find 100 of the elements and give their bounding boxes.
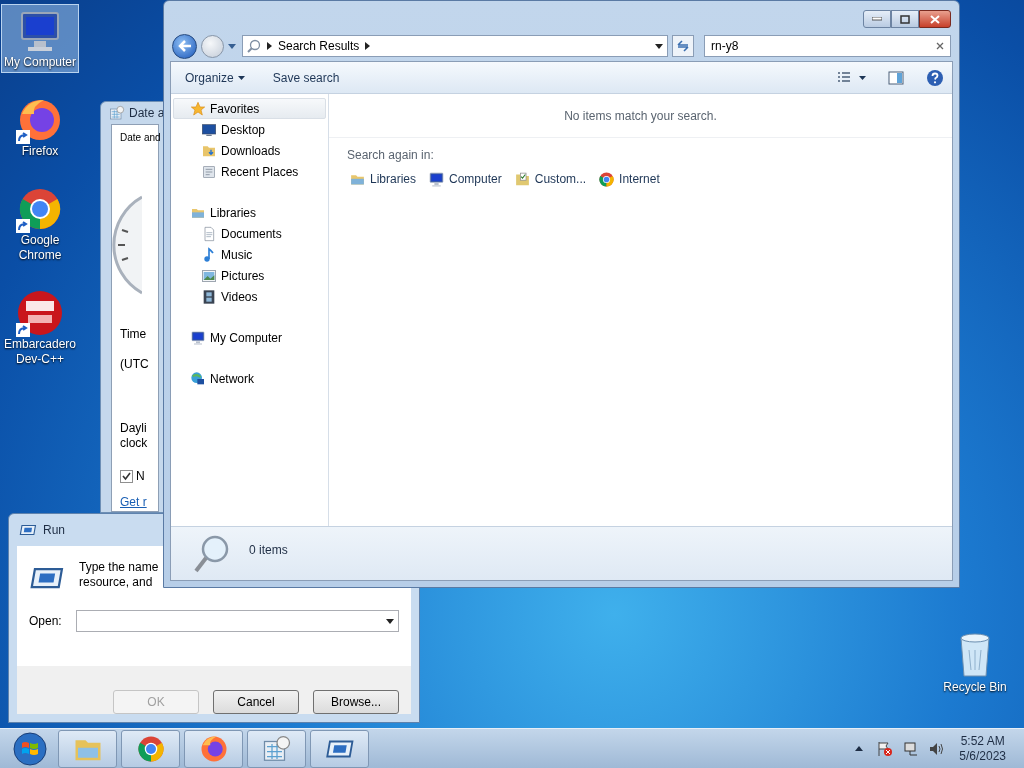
desktop-shortcut[interactable]: Embarcadero Dev-C++ xyxy=(1,286,79,370)
shortcut-label: Embarcadero Dev-C++ xyxy=(2,337,77,367)
monitor-icon xyxy=(428,170,446,188)
shortcut-label: Google Chrome xyxy=(17,233,63,263)
navigation-item[interactable]: Music xyxy=(173,244,326,265)
dialog-button[interactable]: Cancel xyxy=(213,690,299,714)
open-label: Open: xyxy=(29,613,62,630)
shortcut-arrow-icon xyxy=(16,219,30,233)
shortcut-label: My Computer xyxy=(4,55,76,70)
shortcut-arrow-icon xyxy=(16,130,30,144)
dialog-tab[interactable]: Date and xyxy=(120,131,161,145)
recycle-bin[interactable]: Recycle Bin xyxy=(940,630,1010,696)
breadcrumb-arrow-icon xyxy=(365,42,371,50)
taskbar-button[interactable] xyxy=(58,729,117,768)
breadcrumb-arrow-icon xyxy=(267,42,272,50)
empty-message: No items match your search. xyxy=(564,107,717,125)
search-field[interactable]: rn-y8 xyxy=(704,35,951,57)
taskbar-button[interactable] xyxy=(310,729,369,768)
help-icon[interactable] xyxy=(926,68,944,87)
navigation-item[interactable]: Downloads xyxy=(173,140,326,161)
search-location-link[interactable]: Libraries xyxy=(349,170,417,188)
history-caret-icon xyxy=(228,43,236,49)
close-button[interactable] xyxy=(919,10,951,28)
navigation-item[interactable]: Documents xyxy=(173,223,326,244)
taskbar-button[interactable] xyxy=(184,729,243,768)
dropdown-arrow-icon xyxy=(655,43,663,49)
refresh-icon xyxy=(676,40,690,52)
minimize-button[interactable] xyxy=(863,10,891,28)
check-icon xyxy=(122,471,131,481)
save-search-button[interactable]: Save search xyxy=(272,68,340,87)
help-link[interactable]: Get r xyxy=(120,493,147,511)
picture-icon xyxy=(201,267,217,284)
film-icon xyxy=(201,288,217,305)
recycle-bin-label: Recycle Bin xyxy=(943,679,1007,696)
clock[interactable]: 5:52 AM 5/6/2023 xyxy=(959,733,1006,764)
item-count: 0 items xyxy=(249,542,288,559)
navigation-group[interactable]: My Computer xyxy=(173,327,326,348)
pane-icon xyxy=(888,70,904,85)
network-icon xyxy=(903,740,920,757)
network-globe-icon xyxy=(190,370,206,387)
navigation-item[interactable]: Videos xyxy=(173,286,326,307)
start-orb-icon xyxy=(13,731,47,766)
time-zone-heading: Time xyxy=(120,326,148,343)
star-icon xyxy=(190,100,206,117)
refresh-button[interactable] xyxy=(672,35,694,57)
ring-logo-icon xyxy=(598,170,616,188)
dev-logo-icon xyxy=(16,289,64,337)
dropdown-arrow-icon xyxy=(386,618,394,624)
clear-icon xyxy=(936,42,944,50)
caret-icon xyxy=(859,75,866,80)
back-arrow-icon xyxy=(177,40,192,52)
search-icon xyxy=(247,39,261,53)
taskbar-button[interactable] xyxy=(121,729,180,768)
search-location-link[interactable]: Computer xyxy=(428,170,502,188)
folder-check-icon xyxy=(513,170,531,188)
shortcut-arrow-icon xyxy=(16,323,30,337)
desktop-shortcut[interactable]: My Computer xyxy=(1,4,79,73)
desktop-shortcut[interactable]: Google Chrome xyxy=(1,182,79,266)
preview-pane-button[interactable] xyxy=(888,70,904,85)
window-title: Run xyxy=(43,522,65,539)
minimize-icon xyxy=(872,17,882,21)
clock-face-icon xyxy=(112,195,142,295)
navigation-item[interactable]: Recent Places xyxy=(173,161,326,182)
flag-warning-icon xyxy=(877,740,894,757)
document-icon xyxy=(201,225,217,242)
navigation-group[interactable]: Favorites xyxy=(173,98,326,119)
search-again-label: Search again in: xyxy=(347,147,435,164)
dst-text: Dayli clock xyxy=(120,421,149,451)
address-bar[interactable]: Search Results xyxy=(242,35,668,57)
run-description: Type the name resource, and xyxy=(79,560,159,591)
navigation-group[interactable]: Libraries xyxy=(173,202,326,223)
recent-places-icon xyxy=(201,163,217,180)
details-view-icon xyxy=(837,70,851,85)
desktop-icon xyxy=(201,121,217,138)
caret-icon xyxy=(237,75,245,80)
navigation-group[interactable]: Network xyxy=(173,368,326,389)
checkbox[interactable] xyxy=(120,469,133,483)
restore-icon xyxy=(900,14,910,24)
taskbar-button[interactable] xyxy=(247,729,306,768)
navigation-item[interactable]: Desktop xyxy=(173,119,326,140)
search-location-link[interactable]: Internet xyxy=(598,170,660,188)
dialog-button[interactable]: Browse... xyxy=(313,690,399,714)
shortcut-label: Firefox xyxy=(21,144,59,159)
desktop-shortcut[interactable]: Firefox xyxy=(1,93,79,162)
search-text: rn-y8 xyxy=(711,38,740,55)
view-button[interactable] xyxy=(837,70,866,85)
checkbox-label: N xyxy=(136,468,145,485)
calendar-clock-icon xyxy=(261,733,292,764)
back-button[interactable] xyxy=(172,33,197,59)
monitor-icon xyxy=(190,329,206,346)
navigation-item[interactable]: Pictures xyxy=(173,265,326,286)
music-note-icon xyxy=(201,246,217,263)
organize-button[interactable]: Organize xyxy=(179,68,251,87)
calendar-clock-icon xyxy=(109,105,125,121)
search-location-link[interactable]: Custom... xyxy=(513,170,587,188)
close-icon xyxy=(930,14,940,24)
maximize-button[interactable] xyxy=(891,10,919,28)
show-hidden-icons-icon xyxy=(855,746,864,751)
time-zone-text: (UTC xyxy=(120,356,150,373)
breadcrumb-item[interactable]: Search Results xyxy=(278,37,360,55)
